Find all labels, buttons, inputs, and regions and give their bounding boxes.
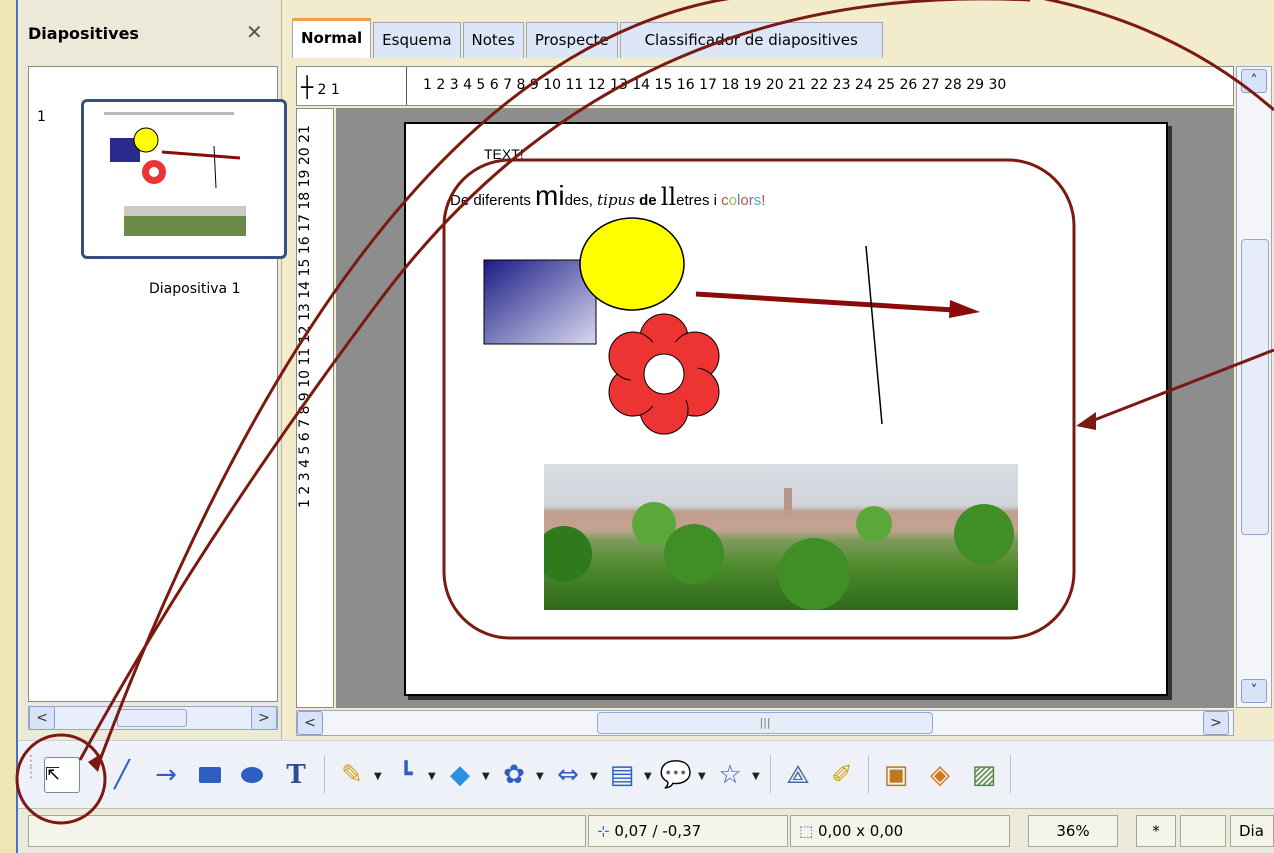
ruler-corner-label: 2 1 xyxy=(317,82,340,98)
block-arrow-icon[interactable]: ⇔ xyxy=(548,755,588,795)
red-arrow[interactable] xyxy=(695,291,955,313)
tab-esquema[interactable]: Esquema xyxy=(373,22,461,58)
vertical-ruler-numbers: 1 2 3 4 5 6 7 8 9 10 11 12 13 14 15 16 1… xyxy=(297,125,313,508)
pencil-icon[interactable]: ✎ xyxy=(332,755,372,795)
scroll-left-icon[interactable]: < xyxy=(29,706,55,730)
slide-number: 1 xyxy=(37,109,46,125)
black-line[interactable] xyxy=(865,245,883,425)
vertical-scroll-thumb[interactable] xyxy=(1241,239,1269,535)
slide[interactable]: TEXT! De diferents mides, tipus de lletr… xyxy=(404,122,1168,696)
horizontal-scroll-thumb[interactable]: ||| xyxy=(597,712,933,734)
crosshair-icon: ┼ xyxy=(301,75,314,99)
ruler-numbers: 1 2 3 4 5 6 7 8 9 10 11 12 13 14 15 16 1… xyxy=(423,77,1007,93)
flower-icon[interactable]: ✿ xyxy=(494,755,534,795)
text-icon[interactable]: T xyxy=(276,755,316,795)
shapes-dropdown-icon[interactable]: ▼ xyxy=(482,771,490,782)
callout-dropdown-icon[interactable]: ▼ xyxy=(698,771,706,782)
scroll-right-icon[interactable]: > xyxy=(251,706,277,730)
size-icon: ⬚ xyxy=(799,822,814,840)
slide-canvas[interactable]: TEXT! De diferents mides, tipus de lletr… xyxy=(336,108,1234,708)
slide-thumbnail[interactable] xyxy=(81,99,287,259)
size-readout: ⬚ 0,00 x 0,00 xyxy=(790,815,1010,847)
flowchart-icon[interactable]: ▤ xyxy=(602,755,642,795)
scroll-down-icon[interactable]: ˅ xyxy=(1241,679,1267,703)
block-arrow-dropdown-icon[interactable]: ▼ xyxy=(590,771,598,782)
tab-notes[interactable]: Notes xyxy=(462,22,524,58)
line-icon[interactable]: ╱ xyxy=(102,755,142,795)
drawing-toolbar: ⋮ ⋮ ⇱ ╱ → T ✎ ▼ ┗ ▼ ◆ ▼ ✿ ▼ ⇔ ▼ ▤ ▼ 💬 ▼ ☆… xyxy=(18,740,1274,808)
symbol-dropdown-icon[interactable]: ▼ xyxy=(536,771,544,782)
modified-indicator: * xyxy=(1136,815,1176,847)
ruler-corner: ┼ 2 1 xyxy=(297,67,407,105)
vertical-scrollbar[interactable]: ˄ ˅ xyxy=(1236,66,1272,708)
callout-icon[interactable]: 💬 xyxy=(656,755,696,795)
flowchart-dropdown-icon[interactable]: ▼ xyxy=(644,771,652,782)
glue-icon[interactable]: ✐ xyxy=(822,755,862,795)
slide-name: Diapositiva 1 xyxy=(149,281,241,297)
zoom-level[interactable]: 36% xyxy=(1028,815,1118,847)
star-dropdown-icon[interactable]: ▼ xyxy=(752,771,760,782)
scroll-up-icon[interactable]: ˄ xyxy=(1241,69,1267,93)
tab-slide-sorter[interactable]: Classificador de diapositives xyxy=(619,22,883,58)
view-tabs: Normal Esquema Notes Prospecte Classific… xyxy=(292,18,885,58)
size-value: 0,00 x 0,00 xyxy=(817,822,904,840)
diamond-icon[interactable]: ◆ xyxy=(440,755,480,795)
landscape-photo[interactable] xyxy=(536,464,1018,610)
horizontal-scrollbar[interactable]: < ||| > xyxy=(296,710,1234,736)
points-icon[interactable]: ⟁ xyxy=(778,755,818,795)
red-flower[interactable] xyxy=(608,313,720,435)
window-edge xyxy=(0,0,18,853)
scroll-right-icon[interactable]: > xyxy=(1203,711,1229,735)
slides-pane: Diapositives ✕ 1 Diapositiva 1 < > xyxy=(20,0,287,745)
image-icon[interactable]: ▨ xyxy=(964,755,1004,795)
position-readout: ⊹ 0,07 / -0,37 xyxy=(588,815,788,847)
status-bar: ⊹ 0,07 / -0,37 ⬚ 0,00 x 0,00 36% * Dia xyxy=(18,808,1274,853)
connector-dropdown-icon[interactable]: ▼ xyxy=(428,771,436,782)
fontwork-icon[interactable]: ▣ xyxy=(876,755,916,795)
status-message xyxy=(28,815,586,847)
scroll-left-icon[interactable]: < xyxy=(297,711,323,735)
toolbar-grip[interactable]: ⋮ ⋮ xyxy=(24,754,38,780)
select-icon[interactable]: ⇱ xyxy=(44,757,80,793)
slide-list: 1 Diapositiva 1 xyxy=(28,66,287,702)
arrow-icon[interactable]: → xyxy=(146,755,186,795)
rectangle-icon[interactable] xyxy=(190,755,230,795)
photo-detail xyxy=(536,488,1018,610)
connector-icon[interactable]: ┗ xyxy=(386,755,426,795)
curve-dropdown-icon[interactable]: ▼ xyxy=(374,771,382,782)
signature-cell xyxy=(1180,815,1226,847)
scroll-thumb[interactable] xyxy=(117,709,187,727)
tab-prospecte[interactable]: Prospecte xyxy=(525,22,618,58)
ellipse-icon[interactable] xyxy=(232,755,272,795)
layout-name: Dia xyxy=(1230,815,1274,847)
position-value: 0,07 / -0,37 xyxy=(614,822,702,840)
position-icon: ⊹ xyxy=(597,822,610,840)
gradient-rectangle[interactable] xyxy=(483,259,597,345)
yellow-circle[interactable] xyxy=(579,217,685,311)
slides-horizontal-scrollbar[interactable]: < > xyxy=(28,706,278,730)
vertical-ruler[interactable]: 1 2 3 4 5 6 7 8 9 10 11 12 13 14 15 16 1… xyxy=(296,108,334,708)
slides-pane-title: Diapositives xyxy=(28,24,139,43)
horizontal-ruler[interactable]: ┼ 2 1 1 2 3 4 5 6 7 8 9 10 11 12 13 14 1… xyxy=(296,66,1234,106)
from-file-icon[interactable]: ◈ xyxy=(920,755,960,795)
close-pane-icon[interactable]: ✕ xyxy=(246,20,263,44)
red-arrow-head xyxy=(949,300,980,318)
tab-normal[interactable]: Normal xyxy=(292,18,372,58)
star-icon[interactable]: ☆ xyxy=(710,755,750,795)
thumbnail-preview xyxy=(104,112,246,236)
